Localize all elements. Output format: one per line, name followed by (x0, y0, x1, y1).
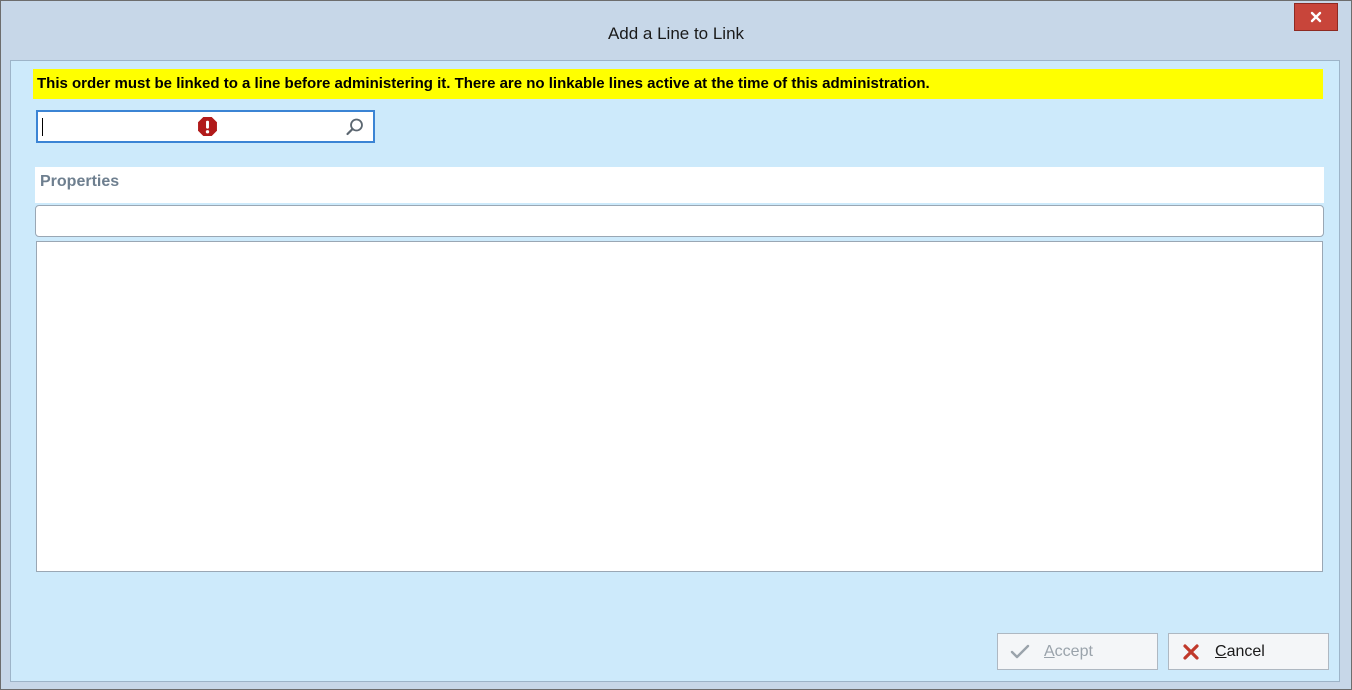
line-search-input[interactable] (36, 110, 375, 143)
dialog-content: This order must be linked to a line befo… (10, 60, 1340, 682)
properties-header: Properties (35, 167, 1324, 203)
title-bar[interactable]: Add a Line to Link (2, 2, 1350, 60)
close-icon (1310, 11, 1322, 23)
properties-field[interactable] (35, 205, 1324, 237)
error-icon (198, 117, 217, 136)
text-caret (42, 118, 43, 136)
properties-list[interactable] (36, 241, 1323, 572)
cancel-label: Cancel (1215, 642, 1265, 660)
accept-label: Accept (1044, 642, 1093, 660)
warning-banner: This order must be linked to a line befo… (33, 69, 1323, 99)
cancel-x-icon (1181, 642, 1201, 662)
cancel-button[interactable]: Cancel (1168, 633, 1329, 670)
window-title: Add a Line to Link (607, 24, 745, 43)
close-button[interactable] (1294, 3, 1338, 31)
accept-button[interactable]: Accept (997, 633, 1158, 670)
checkmark-icon (1010, 642, 1030, 662)
dialog-window: Add a Line to Link This order must be li… (0, 0, 1352, 690)
search-icon[interactable] (345, 117, 365, 137)
properties-label: Properties (40, 173, 120, 190)
